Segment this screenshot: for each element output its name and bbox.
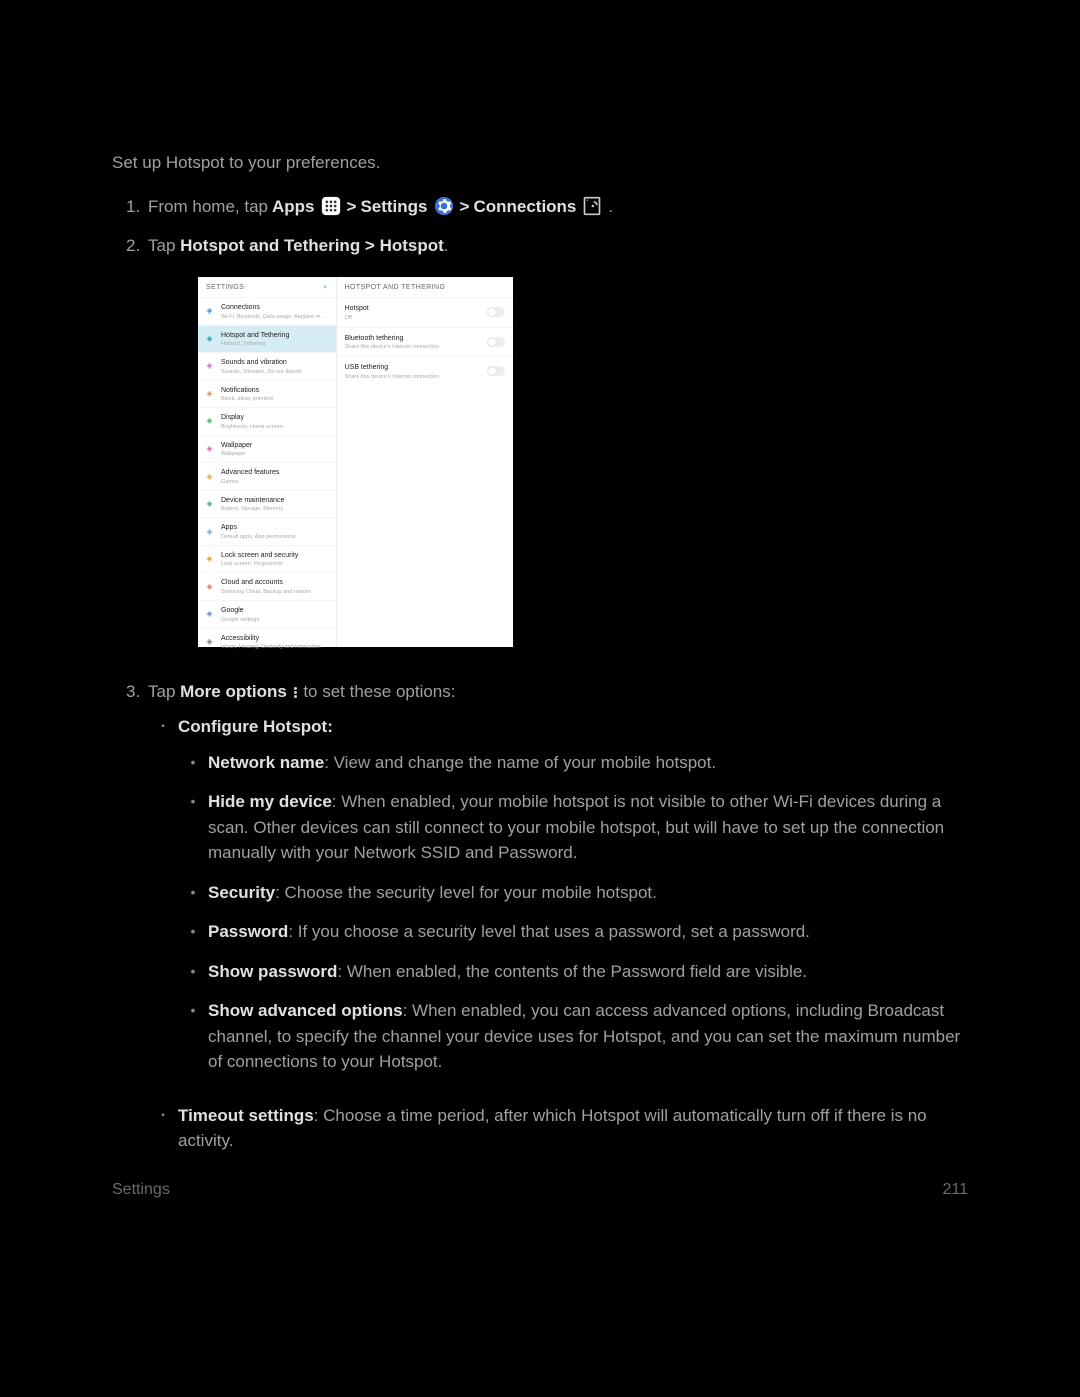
opt-network-name: •Network name: View and change the name … bbox=[178, 750, 968, 776]
apps-icon bbox=[321, 196, 341, 216]
opt-text: : View and change the name of your mobil… bbox=[324, 753, 716, 772]
settings-icon bbox=[434, 196, 454, 216]
step-1: 1. From home, tap Apps > Settings > Conn… bbox=[112, 194, 968, 220]
connections-icon bbox=[582, 196, 602, 216]
ss-setting-item: ◈DisplayBrightness, Home screen bbox=[198, 407, 336, 435]
ss-setting-item: ◈GoogleGoogle settings bbox=[198, 600, 336, 628]
opt-label: Show advanced options bbox=[208, 1001, 403, 1020]
opt-text: : Choose the security level for your mob… bbox=[275, 883, 657, 902]
connections-label: Connections bbox=[473, 194, 576, 220]
search-icon: ⌕ bbox=[323, 283, 327, 294]
configure-heading: Configure Hotspot: bbox=[178, 717, 333, 736]
step-2: 2. Tap Hotspot and Tethering > Hotspot. … bbox=[112, 233, 968, 665]
configure-hotspot: ▪ Configure Hotspot: •Network name: View… bbox=[148, 714, 968, 1089]
toggle-icon bbox=[487, 307, 505, 317]
ss-setting-item: ◈Advanced featuresGames bbox=[198, 462, 336, 490]
footer-section: Settings bbox=[112, 1178, 170, 1202]
step-number: 1. bbox=[112, 194, 148, 220]
timeout-settings: ▪ Timeout settings: Choose a time period… bbox=[148, 1103, 968, 1154]
ss-setting-item: ◈Lock screen and securityLock screen, Fi… bbox=[198, 545, 336, 573]
opt-label: Security bbox=[208, 883, 275, 902]
ss-setting-item: ◈Device maintenanceBattery, Storage, Mem… bbox=[198, 490, 336, 518]
step-text: to set these options: bbox=[303, 682, 455, 701]
step-number: 3. bbox=[112, 679, 148, 1168]
step-number: 2. bbox=[112, 233, 148, 665]
ss-right-header: HOTSPOT AND TETHERING bbox=[345, 283, 446, 294]
settings-label: Settings bbox=[360, 194, 427, 220]
ss-setting-item: ◈AccessibilityVision, Hearing, Dexterity… bbox=[198, 628, 336, 656]
opt-label: Show password bbox=[208, 962, 337, 981]
ss-setting-item: ◈NotificationsBlock, allow, prioritize bbox=[198, 380, 336, 408]
opt-label: Network name bbox=[208, 753, 324, 772]
ss-setting-item: ◈ConnectionsWi-Fi, Bluetooth, Data usage… bbox=[198, 297, 336, 325]
opt-show-password: •Show password: When enabled, the conten… bbox=[178, 959, 968, 985]
ss-setting-item: ◈AppsDefault apps, App permissions bbox=[198, 517, 336, 545]
page-footer: Settings 211 bbox=[112, 1178, 968, 1202]
settings-screenshot: SETTINGS ⌕ ◈ConnectionsWi-Fi, Bluetooth, … bbox=[198, 277, 513, 647]
toggle-icon bbox=[487, 366, 505, 376]
apps-label: Apps bbox=[272, 194, 315, 220]
opt-label: Timeout settings bbox=[178, 1106, 314, 1125]
intro-text: Set up Hotspot to your preferences. bbox=[112, 150, 968, 176]
more-options-icon bbox=[294, 687, 297, 698]
toggle-icon bbox=[487, 337, 505, 347]
ss-setting-item: ◈Sounds and vibrationSounds, Vibration, … bbox=[198, 352, 336, 380]
more-options-label: More options bbox=[180, 682, 287, 701]
step-3: 3. Tap More options to set these options… bbox=[112, 679, 968, 1168]
step-text: Tap bbox=[148, 236, 180, 255]
ss-tether-item: USB tetheringShare this device's Interne… bbox=[337, 356, 513, 386]
ss-setting-item: ◈Cloud and accountsSamsung Cloud, Backup… bbox=[198, 572, 336, 600]
ss-tether-item: Bluetooth tetheringShare this device's I… bbox=[337, 327, 513, 357]
ss-left-header: SETTINGS bbox=[206, 283, 244, 294]
gt: > bbox=[460, 194, 470, 220]
opt-label: Hide my device bbox=[208, 792, 332, 811]
opt-hide-my-device: •Hide my device: When enabled, your mobi… bbox=[178, 789, 968, 866]
gt: > bbox=[347, 194, 357, 220]
opt-security: •Security: Choose the security level for… bbox=[178, 880, 968, 906]
step-text: From home, tap bbox=[148, 194, 268, 220]
opt-text: : When enabled, the contents of the Pass… bbox=[337, 962, 807, 981]
steps-list: 1. From home, tap Apps > Settings > Conn… bbox=[112, 194, 968, 1168]
opt-show-advanced: •Show advanced options: When enabled, yo… bbox=[178, 998, 968, 1075]
period: . bbox=[444, 236, 449, 255]
footer-page-number: 211 bbox=[942, 1178, 968, 1202]
ss-setting-item: ◈WallpaperWallpaper bbox=[198, 435, 336, 463]
opt-label: Password bbox=[208, 922, 288, 941]
opt-password: •Password: If you choose a security leve… bbox=[178, 919, 968, 945]
ss-tether-item: HotspotOff bbox=[337, 297, 513, 327]
opt-text: : If you choose a security level that us… bbox=[288, 922, 810, 941]
period: . bbox=[608, 194, 613, 220]
hotspot-path: Hotspot and Tethering > Hotspot bbox=[180, 236, 444, 255]
step-text: Tap bbox=[148, 682, 180, 701]
ss-setting-item: ◈Hotspot and TetheringHotspot, Tethering bbox=[198, 325, 336, 353]
